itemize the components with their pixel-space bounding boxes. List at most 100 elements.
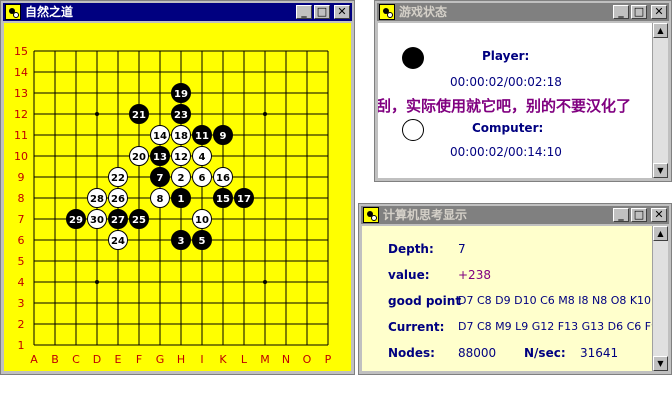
stone-move-number: 26 <box>111 194 125 205</box>
column-label: M <box>260 353 270 366</box>
player-time: 00:00:02/00:02:18 <box>450 75 562 89</box>
column-label: H <box>177 353 185 366</box>
close-button[interactable]: ✕ <box>651 208 667 222</box>
think-vertical-scrollbar[interactable]: ▲ ▼ <box>652 226 668 371</box>
status-titlebar[interactable]: 游戏状态 _ □ ✕ <box>377 3 669 21</box>
minimize-button[interactable]: _ <box>613 5 629 19</box>
maximize-button[interactable]: □ <box>314 5 330 19</box>
stone-move-number: 3 <box>178 236 185 247</box>
maximize-button[interactable]: □ <box>631 208 647 222</box>
nsec-value: 31641 <box>580 346 619 360</box>
column-label: N <box>282 353 290 366</box>
stone-move-number: 28 <box>90 194 104 205</box>
star-point <box>95 112 99 116</box>
close-button[interactable]: ✕ <box>651 5 667 19</box>
status-window: 游戏状态 _ □ ✕ Player: 00:00:02/00:02:18 刮，实… <box>374 0 672 182</box>
computer-label: Computer: <box>472 121 544 135</box>
stone-move-number: 10 <box>195 215 209 226</box>
status-banner: 刮，实际使用就它吧，别的不要汉化了 <box>378 97 632 115</box>
depth-value: 7 <box>458 242 466 256</box>
depth-label: Depth: <box>388 242 434 256</box>
nodes-value: 88000 <box>458 346 497 360</box>
column-label: C <box>72 353 80 366</box>
board-window-title: 自然之道 <box>25 5 74 19</box>
stone-move-number: 15 <box>216 194 230 205</box>
stone-move-number: 2 <box>178 173 185 184</box>
stone-move-number: 30 <box>90 215 104 226</box>
think-window-title: 计算机思考显示 <box>383 208 468 222</box>
row-label: 5 <box>18 255 25 268</box>
row-label: 6 <box>18 234 25 247</box>
star-point <box>95 280 99 284</box>
row-label: 7 <box>18 213 25 226</box>
column-label: A <box>30 353 38 366</box>
row-label: 4 <box>18 276 25 289</box>
player-label: Player: <box>482 49 530 63</box>
row-label: 12 <box>14 108 28 121</box>
scroll-down-icon[interactable]: ▼ <box>653 163 668 178</box>
scroll-down-icon[interactable]: ▼ <box>653 356 668 371</box>
row-label: 9 <box>18 171 25 184</box>
close-button[interactable]: ✕ <box>334 5 350 19</box>
maximize-button[interactable]: □ <box>631 5 647 19</box>
gomoku-app-icon <box>363 207 379 223</box>
stone-move-number: 20 <box>132 152 146 163</box>
star-point <box>263 112 267 116</box>
stone-move-number: 1 <box>178 194 185 205</box>
stone-move-number: 8 <box>157 194 164 205</box>
value-label: value: <box>388 268 430 282</box>
row-label: 8 <box>18 192 25 205</box>
computer-white-stone-icon <box>402 119 424 141</box>
row-label: 13 <box>14 87 28 100</box>
stone-move-number: 22 <box>111 173 125 184</box>
column-label: P <box>325 353 332 366</box>
stone-move-number: 7 <box>157 173 164 184</box>
board-window: 自然之道 _ □ ✕ A B C D E F G H I K L M N O P 1 2 3 4 5 6 7 8 9 10 11 1… <box>0 0 355 375</box>
player-black-stone-icon <box>402 47 424 69</box>
stone-move-number: 21 <box>132 110 146 121</box>
column-label: L <box>241 353 248 366</box>
status-client: Player: 00:00:02/00:02:18 刮，实际使用就它吧，别的不要… <box>378 23 668 178</box>
gomoku-board[interactable]: A B C D E F G H I K L M N O P1234567891011121314151234… <box>4 23 353 373</box>
stone-move-number: 6 <box>199 173 206 184</box>
stone-move-number: 4 <box>199 152 206 163</box>
nsec-label: N/sec: <box>524 346 566 360</box>
goodpoint-value: D7 C8 D9 D10 C6 M8 I8 N8 O8 K10 L9 M <box>458 294 668 307</box>
computer-time: 00:00:02/00:14:10 <box>450 145 562 159</box>
stone-move-number: 17 <box>237 194 251 205</box>
column-label: G <box>156 353 165 366</box>
status-vertical-scrollbar[interactable]: ▲ ▼ <box>652 23 668 178</box>
board-titlebar[interactable]: 自然之道 _ □ ✕ <box>3 3 352 21</box>
stone-move-number: 19 <box>174 89 188 100</box>
gomoku-app-icon <box>5 4 21 20</box>
think-window: 计算机思考显示 _ □ ✕ Depth: 7 value: +238 good … <box>358 203 672 375</box>
stone-move-number: 29 <box>69 215 83 226</box>
star-point <box>263 280 267 284</box>
row-label: 2 <box>18 318 25 331</box>
column-label: D <box>93 353 101 366</box>
nodes-label: Nodes: <box>388 346 435 360</box>
stone-move-number: 9 <box>220 131 227 142</box>
stone-move-number: 14 <box>153 131 167 142</box>
stone-move-number: 5 <box>199 236 206 247</box>
scroll-up-icon[interactable]: ▲ <box>653 23 668 38</box>
think-titlebar[interactable]: 计算机思考显示 _ □ ✕ <box>361 206 669 224</box>
status-window-title: 游戏状态 <box>399 5 448 19</box>
value-value: +238 <box>458 268 491 282</box>
column-label: E <box>115 353 122 366</box>
current-label: Current: <box>388 320 445 334</box>
current-value: D7 C8 M9 L9 G12 F13 G13 D6 C6 F9 L1 <box>458 320 668 333</box>
row-label: 15 <box>14 45 28 58</box>
minimize-button[interactable]: _ <box>613 208 629 222</box>
scroll-up-icon[interactable]: ▲ <box>653 226 668 241</box>
stone-move-number: 27 <box>111 215 125 226</box>
stone-move-number: 23 <box>174 110 188 121</box>
think-client: Depth: 7 value: +238 good point D7 C8 D9… <box>362 226 668 371</box>
gomoku-app-icon <box>379 4 395 20</box>
stone-move-number: 18 <box>174 131 188 142</box>
column-label: I <box>200 353 203 366</box>
stone-move-number: 11 <box>195 131 209 142</box>
minimize-button[interactable]: _ <box>296 5 312 19</box>
row-label: 10 <box>14 150 28 163</box>
stone-move-number: 13 <box>153 152 167 163</box>
